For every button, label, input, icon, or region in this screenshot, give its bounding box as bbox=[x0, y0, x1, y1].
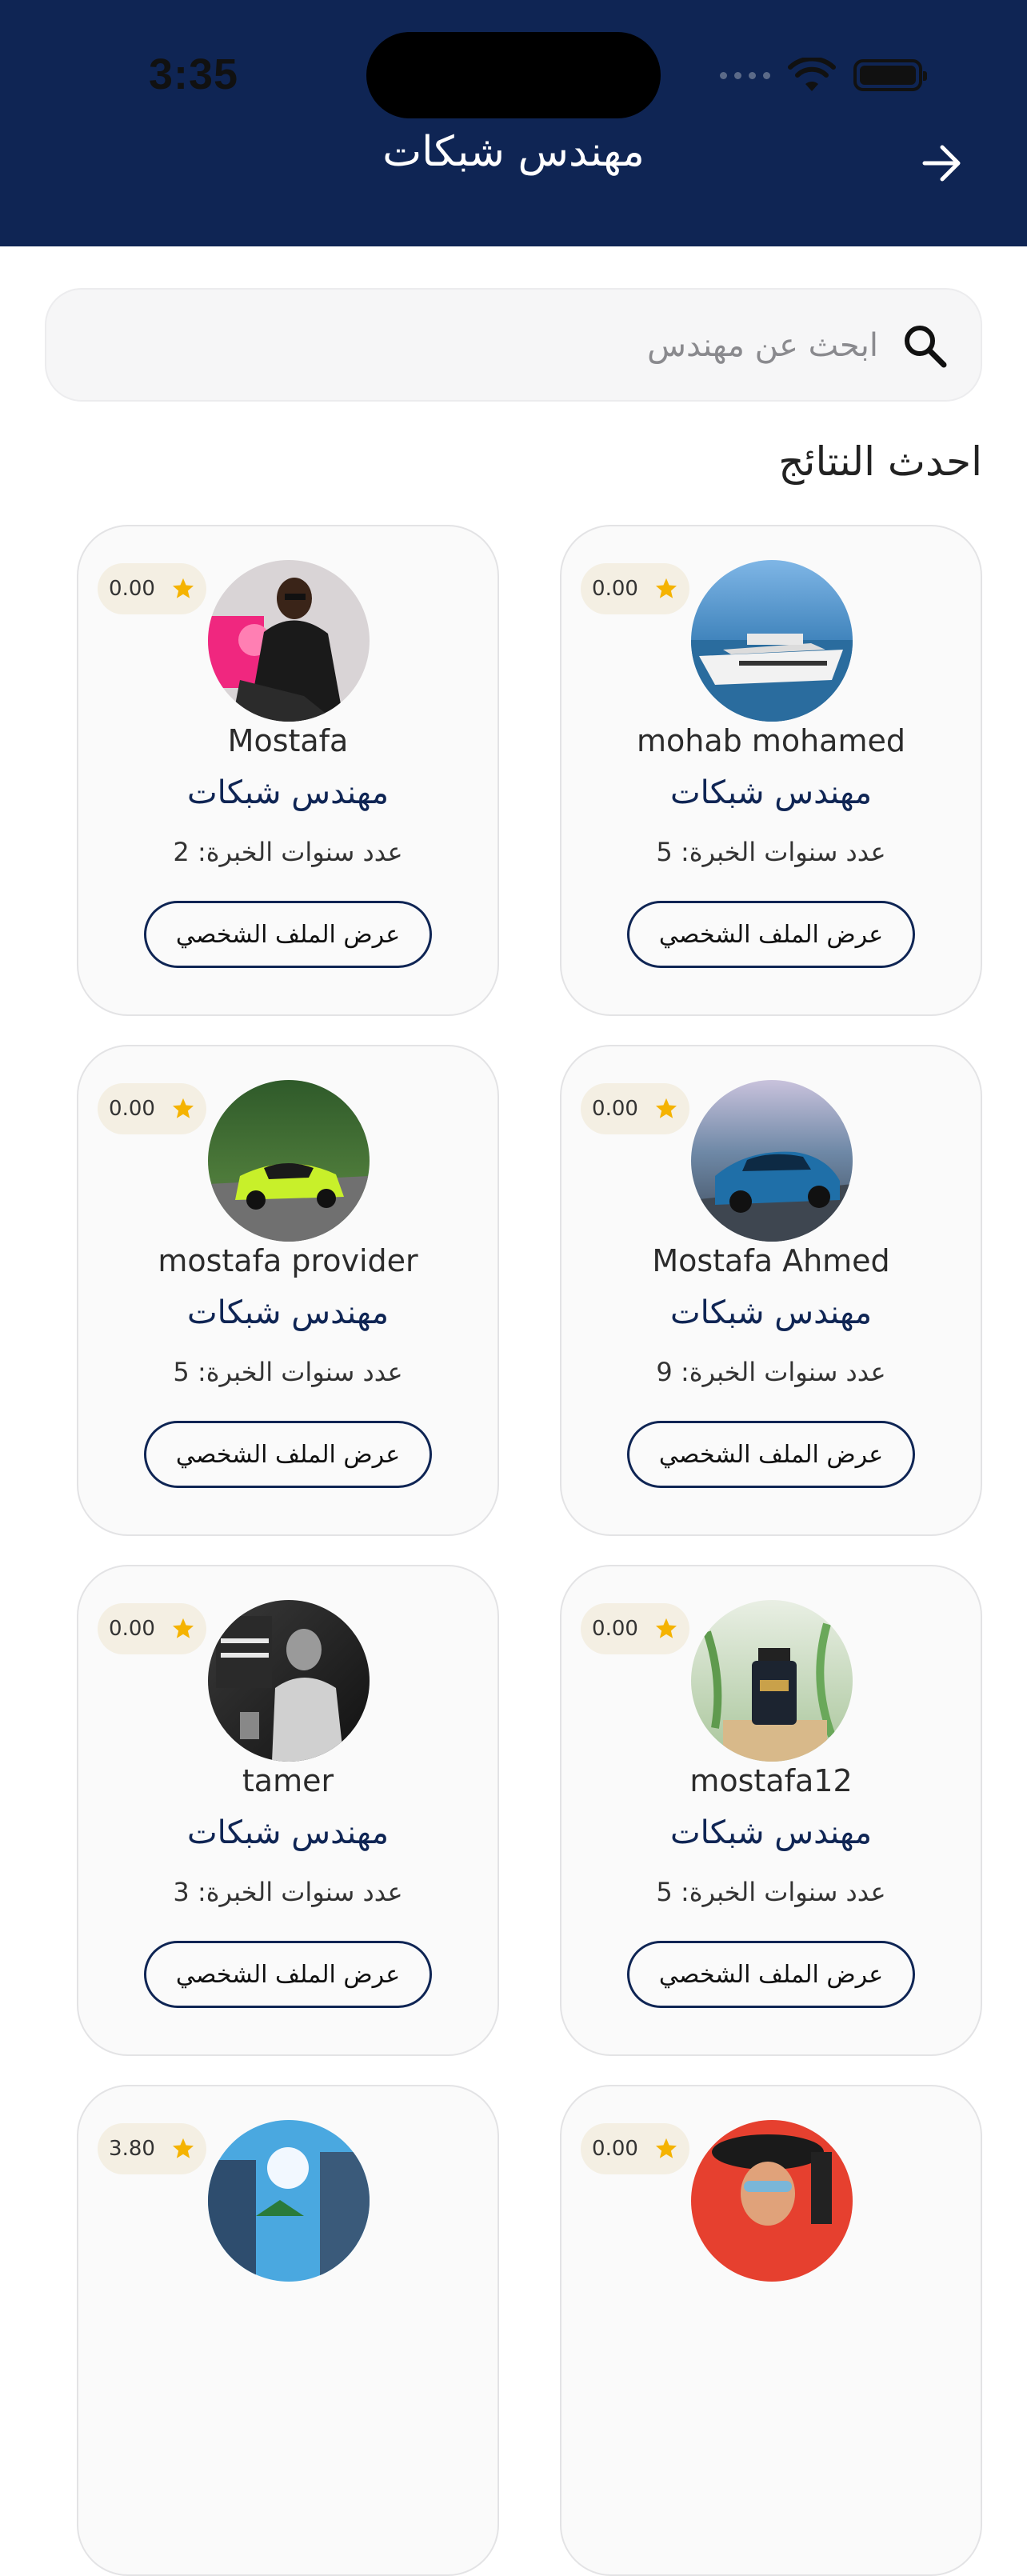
view-profile-button[interactable]: عرض الملف الشخصي bbox=[144, 901, 432, 968]
engineer-role: مهندس شبكات bbox=[670, 1814, 872, 1851]
star-icon bbox=[172, 578, 194, 598]
signal-icon bbox=[720, 71, 770, 79]
rating-value: 0.00 bbox=[592, 1097, 638, 1121]
avatar bbox=[691, 2120, 853, 2282]
wifi-icon bbox=[788, 58, 836, 91]
experience-years: عدد سنوات الخبرة: 5 bbox=[656, 1877, 886, 1907]
engineer-name: tamer bbox=[242, 1763, 334, 1798]
rating-value: 0.00 bbox=[109, 1617, 155, 1641]
star-icon bbox=[655, 2138, 677, 2158]
star-icon bbox=[172, 2138, 194, 2158]
engineer-name: Mostafa Ahmed bbox=[652, 1243, 890, 1278]
experience-years: عدد سنوات الخبرة: 2 bbox=[173, 837, 403, 867]
rating-value: 0.00 bbox=[592, 577, 638, 601]
star-icon bbox=[172, 1618, 194, 1638]
blue-car-photo bbox=[691, 1080, 853, 1242]
experience-years: عدد سنوات الخبرة: 3 bbox=[173, 1877, 403, 1907]
rating-value: 0.00 bbox=[592, 1617, 638, 1641]
traveler-photo bbox=[691, 2120, 853, 2282]
engineer-role: مهندس شبكات bbox=[187, 1814, 389, 1851]
rating-value: 0.00 bbox=[109, 1097, 155, 1121]
rating-value: 3.80 bbox=[109, 2137, 155, 2161]
view-profile-button[interactable]: عرض الملف الشخصي bbox=[627, 1941, 915, 2008]
section-title: احدث النتائج bbox=[778, 438, 982, 485]
view-profile-button[interactable]: عرض الملف الشخصي bbox=[627, 1421, 915, 1488]
rating-value: 0.00 bbox=[592, 2137, 638, 2161]
dynamic-island bbox=[366, 32, 661, 118]
green-sports-car-photo bbox=[208, 1080, 370, 1242]
search-icon[interactable] bbox=[901, 322, 949, 370]
avatar bbox=[208, 560, 370, 722]
gentleman-photo bbox=[208, 1600, 370, 1762]
perfume-bottle-photo bbox=[691, 1600, 853, 1762]
app-header: 3:35 مهندس شبكات bbox=[0, 0, 1027, 246]
engineer-card[interactable]: 3.80 bbox=[77, 2085, 499, 2576]
engineer-card[interactable]: 0.00 tamer مهندس شبكات عدد سنوات الخبرة:… bbox=[77, 1565, 499, 2056]
avatar bbox=[691, 1080, 853, 1242]
avatar bbox=[208, 1080, 370, 1242]
star-icon bbox=[172, 1098, 194, 1118]
engineer-role: مهندس شبكات bbox=[670, 774, 872, 811]
avatar bbox=[208, 1600, 370, 1762]
avatar bbox=[691, 560, 853, 722]
battery-icon bbox=[853, 59, 927, 91]
view-profile-button[interactable]: عرض الملف الشخصي bbox=[144, 1421, 432, 1488]
avatar bbox=[691, 1600, 853, 1762]
city-street-photo bbox=[208, 2120, 370, 2282]
engineer-role: مهندس شبكات bbox=[670, 1294, 872, 1331]
search-box bbox=[45, 288, 982, 402]
engineer-name: mohab mohamed bbox=[637, 723, 905, 758]
engineer-card[interactable]: 0.00 mostafa12 مهندس شبكات عدد سنوات الخ… bbox=[560, 1565, 982, 2056]
search-input[interactable] bbox=[78, 309, 878, 382]
star-icon bbox=[655, 1098, 677, 1118]
avatar bbox=[208, 2120, 370, 2282]
man-portrait-photo bbox=[208, 560, 370, 722]
yacht-photo bbox=[691, 560, 853, 722]
experience-years: عدد سنوات الخبرة: 9 bbox=[656, 1357, 886, 1387]
arrow-right-icon[interactable] bbox=[920, 141, 965, 186]
rating-badge: 0.00 bbox=[98, 563, 206, 614]
engineer-card[interactable]: 0.00 mohab mohamed مهندس شبكات عدد سنوات… bbox=[560, 525, 982, 1016]
engineer-role: مهندس شبكات bbox=[187, 774, 389, 811]
engineer-card[interactable]: 0.00 Mostafa مهندس شبكات عدد سنوات الخبر… bbox=[77, 525, 499, 1016]
engineer-name: mostafa provider bbox=[158, 1243, 418, 1278]
engineer-name: mostafa12 bbox=[689, 1763, 853, 1798]
rating-badge: 3.80 bbox=[98, 2123, 206, 2174]
view-profile-button[interactable]: عرض الملف الشخصي bbox=[144, 1941, 432, 2008]
rating-badge: 0.00 bbox=[581, 1603, 689, 1654]
engineer-card[interactable]: 0.00 mostafa provider مهندس شبكات عدد سن… bbox=[77, 1045, 499, 1536]
engineer-card[interactable]: 0.00 Mostafa Ahmed مهندس شبكات عدد سنوات… bbox=[560, 1045, 982, 1536]
star-icon bbox=[655, 1618, 677, 1638]
rating-badge: 0.00 bbox=[581, 1083, 689, 1134]
view-profile-button[interactable]: عرض الملف الشخصي bbox=[627, 901, 915, 968]
rating-badge: 0.00 bbox=[581, 2123, 689, 2174]
page-title: مهندس شبكات bbox=[382, 128, 645, 176]
rating-badge: 0.00 bbox=[581, 563, 689, 614]
status-time: 3:35 bbox=[149, 50, 239, 98]
rating-value: 0.00 bbox=[109, 577, 155, 601]
experience-years: عدد سنوات الخبرة: 5 bbox=[656, 837, 886, 867]
rating-badge: 0.00 bbox=[98, 1603, 206, 1654]
status-icons bbox=[720, 51, 927, 99]
star-icon bbox=[655, 578, 677, 598]
engineer-card[interactable]: 0.00 bbox=[560, 2085, 982, 2576]
engineer-role: مهندس شبكات bbox=[187, 1294, 389, 1331]
experience-years: عدد سنوات الخبرة: 5 bbox=[173, 1357, 403, 1387]
engineer-name: Mostafa bbox=[227, 723, 349, 758]
rating-badge: 0.00 bbox=[98, 1083, 206, 1134]
